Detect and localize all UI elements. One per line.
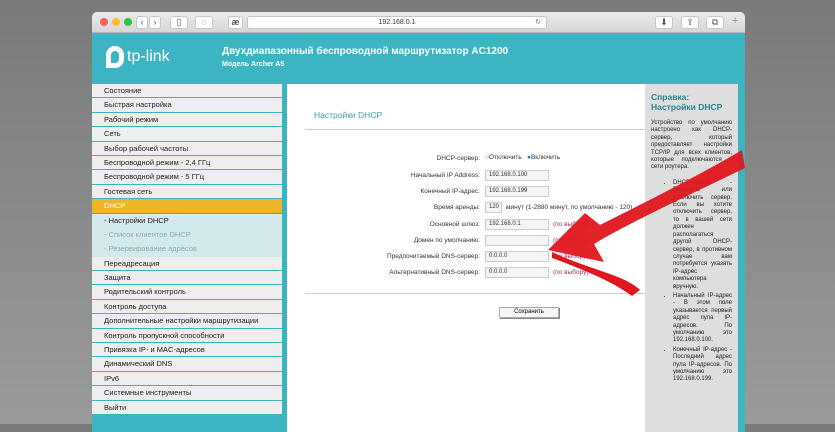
sidebar-item[interactable]: Контроль пропускной способности [92,328,282,344]
form-row: Домен по умолчанию: (по выбору) [287,234,645,247]
form-row: Альтернативный DNS-сервер: 0.0.0.0 (по в… [287,267,645,279]
field-label: Предпочитаемый DNS-сервер: [386,253,480,260]
main-panel: Настройки DHCP DHCP-сервер: ○Отключить ●… [287,84,645,432]
field-input[interactable]: 120 [485,202,502,214]
radio-on[interactable]: ●Включить [527,154,560,161]
tp-link-logo: tp-link [106,46,170,68]
form-row: Начальный IP Address: 192.168.0.100 [287,170,645,182]
field-input[interactable]: 192.168.0.199 [485,186,549,198]
field-input[interactable]: 0.0.0.0 [485,251,549,262]
divider [305,293,645,294]
help-panel: Справка: Настройки DHCP Устройство по ум… [645,84,738,432]
tabs-icon[interactable]: ⧉ [706,16,724,29]
sidebar-item[interactable]: Дополнительные настройки маршрутизации [92,314,282,329]
zoom-window-button[interactable] [124,18,132,26]
share-icon[interactable]: ⇪ [681,16,699,29]
form-row: Предпочитаемый DNS-сервер: 0.0.0.0 (по в… [287,251,645,263]
sidebar-item[interactable]: Выйти [92,400,282,415]
sidebar-item[interactable]: Родительский контроль [92,285,282,300]
sidebar-item[interactable]: Переадресация [92,256,282,272]
field-label: Время аренды: [433,204,480,212]
form-row: Основной шлюз: 192.168.0.1 (по выбору) [287,218,645,231]
field-input[interactable]: 0.0.0.0 [485,267,549,279]
form-row: Конечный IP-адрес: 192.168.0.199 [287,186,645,198]
field-label: Основной шлюз: [429,220,480,228]
help-item: DHCP-сервер - Включить или Отключить сер… [673,180,732,291]
dhcp-server-label: DHCP-сервер: [436,155,480,162]
forward-icon[interactable]: › [149,16,161,29]
field-hint: (по выбору) [553,253,589,260]
field-hint: минут (1-2880 минут, по умолчанию - 120) [506,204,633,212]
sidebar-item[interactable]: - Резервирование адресов [92,242,282,257]
field-hint: (по выбору) [553,236,589,244]
save-button[interactable]: Сохранить [499,307,559,318]
divider [305,129,645,130]
field-label: Домен по умолчанию: [413,236,480,244]
address-bar[interactable]: 192.168.0.1 ↻ [247,16,547,29]
sidebar-icon[interactable]: ▯ [170,16,188,29]
reader-icon[interactable]: æ [228,16,243,29]
field-label: Конечный IP-адрес: [420,188,480,196]
sidebar-item[interactable]: Системные инструменты [92,386,282,401]
field-input[interactable] [485,234,549,246]
sidebar-item[interactable]: Защита [92,271,282,286]
sidebar-menu: Состояние Быстрая настройка Рабочий режим С… [92,84,282,415]
browser-window: ‹ › ▯ ◌ æ 192.168.0.1 ↻ ⬇ ⇪ ⧉ + tp-link Д… [92,12,745,432]
sidebar-item[interactable]: Беспроводной режим - 2,4 ГГц [92,155,282,171]
sidebar-item[interactable]: Рабочий режим [92,112,282,128]
sidebar-item[interactable]: Быстрая настройка [92,98,282,113]
section-title: Настройки DHCP [314,110,383,120]
sidebar-item[interactable]: Контроль доступа [92,299,282,315]
sidebar-item[interactable]: Гостевая сеть [92,184,282,200]
sidebar-item[interactable]: IPv6 [92,371,282,387]
close-window-button[interactable] [100,18,108,26]
form-row: Время аренды: 120 минут (1-2880 минут, п… [287,202,645,214]
router-header: tp-link Двухдиапазонный беспроводной мар… [92,33,745,82]
sidebar-item[interactable]: - Настройки DHCP [92,213,282,228]
browser-toolbar: ‹ › ▯ ◌ æ 192.168.0.1 ↻ ⬇ ⇪ ⧉ + [92,12,745,33]
field-input[interactable]: 192.168.0.1 [485,218,549,230]
page-title: Двухдиапазонный беспроводной маршрутизат… [222,46,509,57]
dhcp-server-row: DHCP-сервер: ○Отключить ●Включить [287,153,645,165]
download-icon[interactable]: ⬇ [655,16,673,29]
sidebar-item[interactable]: Динамический DNS [92,357,282,372]
field-label: Начальный IP Address: [410,172,480,179]
field-hint: (по выбору) [553,220,589,228]
help-title: Справка: Настройки DHCP [651,92,723,112]
url-text: 192.168.0.1 [378,19,416,26]
sidebar-item[interactable]: Выбор рабочей частоты [92,141,282,156]
sidebar-item[interactable]: Привязка IP- и MAC-адресов [92,343,282,358]
help-item: Конечный IP-адрес - Последний адрес пула… [673,347,732,384]
field-input[interactable]: 192.168.0.100 [485,170,549,181]
minimize-window-button[interactable] [112,18,120,26]
sidebar-item[interactable]: Сеть [92,127,282,142]
sidebar-item[interactable]: Беспроводной режим - 5 ГГц [92,170,282,185]
back-icon[interactable]: ‹ [136,16,148,29]
model-label: Модель Archer A5 [222,61,285,68]
reload-icon[interactable]: ↻ [535,17,541,29]
field-hint: (по выбору) [553,269,589,277]
new-tab-icon[interactable]: + [732,15,738,27]
radio-off[interactable]: ○Отключить [485,154,522,161]
help-item: Начальный IP-адрес - В этом поле указыва… [673,293,732,345]
sidebar-item[interactable]: DHCP [92,199,282,214]
field-label: Альтернативный DNS-сервер: [389,269,480,277]
help-intro: Устройство по умолчанию настроено как DH… [651,120,732,171]
sidebar-item[interactable]: Состояние [92,84,282,99]
shield-icon[interactable]: ◌ [195,16,213,29]
sidebar-item[interactable]: - Список клиентов DHCP [92,227,282,243]
